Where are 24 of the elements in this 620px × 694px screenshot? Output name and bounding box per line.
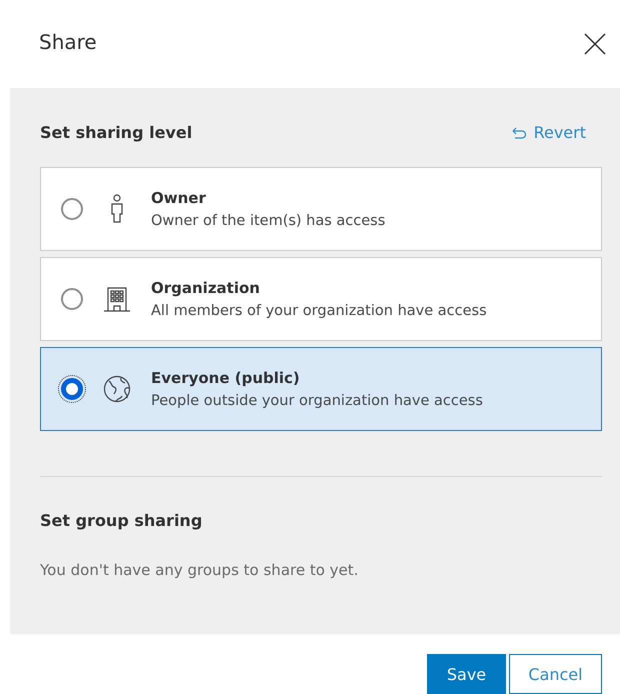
- option-label: Organization: [151, 278, 261, 297]
- radio-button[interactable]: [61, 198, 83, 220]
- section-heading: Set sharing level: [40, 123, 192, 142]
- option-label: Owner: [151, 188, 207, 207]
- section-heading: Set group sharing: [40, 510, 204, 530]
- radio-button[interactable]: [61, 288, 83, 310]
- cancel-button[interactable]: Cancel: [509, 654, 602, 694]
- sharing-option[interactable]: Organization All members of your organization have access: [40, 256, 602, 341]
- person-icon: [109, 194, 125, 224]
- option-description: All members of your organization have access: [151, 302, 487, 319]
- building-icon: [103, 286, 131, 312]
- empty-message: You don't have any groups to share to yet.: [40, 560, 360, 579]
- radio-button[interactable]: [61, 378, 83, 400]
- sharing-option[interactable]: Owner Owner of the item(s) has access: [40, 166, 602, 251]
- option-description: Owner of the item(s) has access: [151, 212, 386, 229]
- sharing-option[interactable]: Everyone (public) People outside your organization have access: [40, 346, 602, 431]
- close-button[interactable]: [582, 30, 608, 57]
- option-label: Everyone (public): [151, 368, 301, 387]
- globe-icon: [103, 374, 131, 403]
- option-description: People outside your organization have access: [151, 392, 483, 409]
- close-icon: [584, 32, 606, 55]
- undo-icon: [512, 126, 526, 139]
- save-button[interactable]: Save: [427, 654, 506, 694]
- dialog-title: Share: [39, 30, 97, 56]
